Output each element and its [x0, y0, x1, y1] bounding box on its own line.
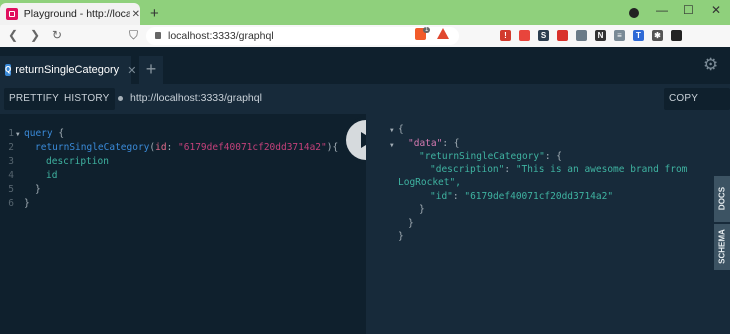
code-line-1: query { — [24, 128, 64, 139]
argument-name: id — [155, 142, 167, 153]
data-key: "data" — [408, 138, 443, 149]
result-line-rsc: "returnSingleCategory": { — [419, 151, 563, 162]
close-brace: } — [408, 218, 414, 229]
result-panel: ▼ ▼ { "data": { "returnSingleCategory": … — [366, 114, 730, 334]
returnSingleCategory-key: "returnSingleCategory" — [419, 151, 545, 162]
ext-n-icon[interactable]: N — [595, 30, 606, 41]
ext-blue-icon[interactable]: T — [633, 30, 644, 41]
result-line-id: "id": "6179def40071cf20dd3714a2" — [430, 191, 614, 202]
query-badge: Q — [5, 64, 12, 76]
line-number: 5 — [8, 184, 14, 195]
settings-gear-icon[interactable]: ⚙ — [703, 55, 718, 75]
lock-icon — [155, 32, 161, 39]
browser-tab-close-icon[interactable]: ✕ — [132, 9, 140, 20]
id-key: "id" — [430, 191, 453, 202]
docs-label: DOCS — [717, 186, 727, 211]
close-brace: } — [24, 198, 30, 209]
schema-label: SCHEMA — [717, 229, 727, 264]
selection-field: description — [46, 156, 109, 167]
reload-icon[interactable]: ↻ — [52, 28, 62, 42]
fold-arrow-icon[interactable]: ▼ — [16, 131, 20, 138]
endpoint-status-icon — [118, 96, 123, 101]
description-value-cont: LogRocket", — [398, 177, 461, 188]
description-key: "description" — [430, 164, 505, 175]
field-name: returnSingleCategory — [35, 142, 150, 153]
browser-tab[interactable]: Playground - http://localhost:3333 ✕ — [0, 3, 140, 25]
schema-side-tab[interactable]: SCHEMA — [714, 224, 730, 270]
prettify-button[interactable]: PRETTIFY — [4, 88, 64, 110]
line-number: 1 — [8, 128, 14, 139]
description-value: "This is an awesome brand from — [515, 164, 688, 175]
history-button[interactable]: HISTORY — [59, 88, 115, 110]
close-brace: } — [35, 184, 41, 195]
query-keyword: query — [24, 128, 53, 139]
bookmark-icon[interactable]: ⛉ — [129, 28, 138, 43]
code-line-2: returnSingleCategory(id: "6179def40071cf… — [35, 142, 339, 153]
account-icon[interactable] — [629, 8, 639, 18]
line-number: 6 — [8, 198, 14, 209]
fold-arrow-icon[interactable]: ▼ — [390, 142, 394, 149]
browser-tab-title: Playground - http://localhost:3333 — [23, 8, 130, 20]
result-line-data: "data": { — [408, 138, 460, 149]
tab-label: returnSingleCategory — [15, 64, 120, 76]
line-number: 4 — [8, 170, 14, 181]
playground-toolbar: PRETTIFY HISTORY http://localhost:3333/g… — [0, 84, 730, 126]
stripes-icon[interactable] — [671, 30, 682, 41]
line-number: 3 — [8, 156, 14, 167]
close-window-button[interactable]: ✕ — [711, 3, 721, 17]
endpoint-input[interactable]: http://localhost:3333/graphql — [130, 92, 262, 104]
result-open-brace: { — [398, 124, 404, 135]
maximize-button[interactable]: ☐ — [683, 3, 694, 17]
ext-doc-icon[interactable] — [576, 30, 587, 41]
close-brace: } — [419, 204, 425, 215]
new-tab-button[interactable]: + — [150, 5, 159, 22]
brave-rewards-icon[interactable] — [437, 28, 449, 39]
url-text[interactable]: localhost:3333/graphql — [168, 30, 274, 42]
ext-s-icon[interactable]: S — [538, 30, 549, 41]
playground-favicon-icon — [6, 8, 18, 20]
forward-arrow-icon[interactable]: ❯ — [30, 28, 40, 42]
browser-tabstrip: Playground - http://localhost:3333 ✕ + —… — [0, 0, 730, 25]
url-input[interactable]: localhost:3333/graphql — [146, 27, 459, 45]
ext-red-icon[interactable]: ! — [500, 30, 511, 41]
close-brace: } — [398, 231, 404, 242]
selection-field: id — [46, 170, 58, 181]
ext-red-square-icon[interactable] — [557, 30, 568, 41]
open-brace: { — [52, 128, 65, 139]
playground-tabbar: Q returnSingleCategory ✕ + ⚙ — [0, 47, 730, 84]
tab-close-icon[interactable]: ✕ — [127, 64, 136, 77]
line-number: 2 — [8, 142, 14, 153]
ext-lines-icon[interactable]: ≡ — [614, 30, 625, 41]
tab-returnSingleCategory[interactable]: Q returnSingleCategory ✕ — [0, 56, 136, 84]
docs-side-tab[interactable]: DOCS — [714, 176, 730, 222]
ext-shield-icon[interactable] — [519, 30, 530, 41]
puzzle-icon[interactable]: ✱ — [652, 30, 663, 41]
back-arrow-icon[interactable]: ❮ — [8, 28, 18, 42]
result-line-description: "description": "This is an awesome brand… — [430, 164, 688, 175]
add-tab-button[interactable]: + — [139, 56, 163, 84]
id-value: "6179def40071cf20dd3714a2" — [464, 191, 614, 202]
address-toolbar: ❮ ❯ ↻ ⛉ localhost:3333/graphql 1 ! S N ≡ T ✱ — [0, 25, 730, 47]
query-editor[interactable]: 1 2 3 4 5 6 ▼ query { returnSingleCatego… — [0, 114, 366, 334]
copy-curl-button[interactable]: COPY CURL — [664, 88, 730, 126]
minimize-button[interactable]: — — [656, 3, 668, 17]
fold-arrow-icon[interactable]: ▼ — [390, 127, 394, 134]
argument-value: "6179def40071cf20dd3714a2" — [178, 142, 327, 153]
